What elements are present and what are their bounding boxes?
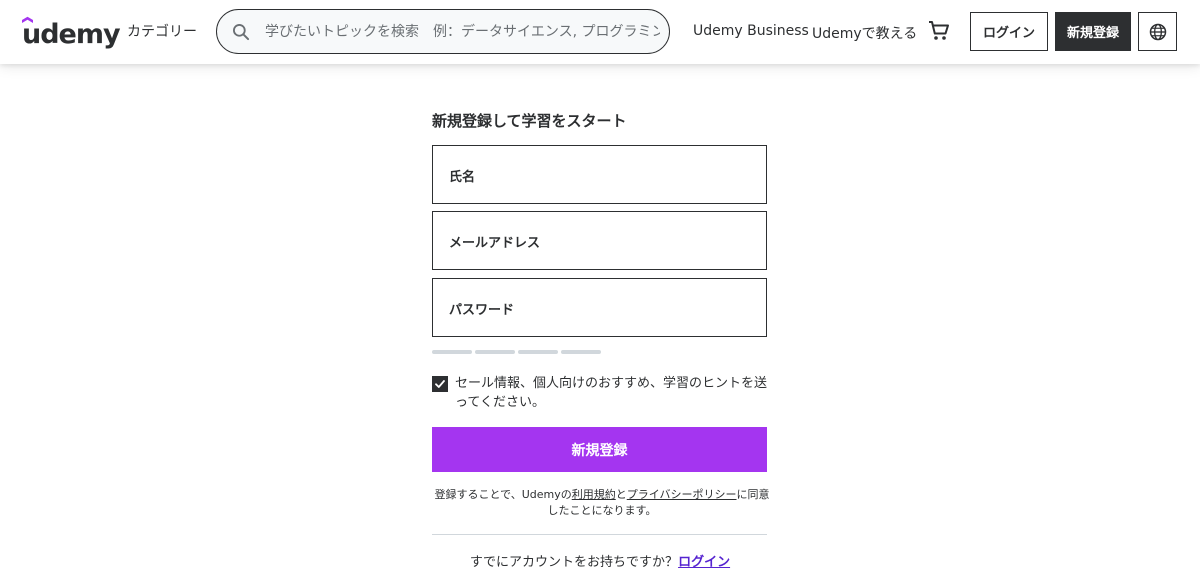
strength-segment (561, 350, 601, 354)
submit-signup-button[interactable]: 新規登録 (432, 427, 767, 472)
marketing-opt-in-label[interactable]: セール情報、個人向けのおすすめ、学習のヒントを送ってください。 (455, 374, 770, 412)
password-strength-meter (432, 350, 601, 354)
terms-notice: 登録することで、Udemyの利用規約とプライバシーポリシーに同意したことになりま… (432, 487, 772, 519)
udemy-business-link[interactable]: Udemy Business (693, 23, 809, 39)
password-field-label: パスワード (449, 303, 515, 318)
have-account-text: すでにアカウントをお持ちですか？ (469, 555, 679, 570)
divider (432, 534, 767, 535)
strength-segment (475, 350, 515, 354)
login-button[interactable]: ログイン (970, 12, 1048, 51)
marketing-opt-in-checkbox[interactable] (432, 376, 448, 392)
search-icon[interactable] (231, 22, 251, 42)
email-field-label: メールアドレス (449, 236, 541, 251)
name-field[interactable]: 氏名 (432, 145, 767, 204)
search-input[interactable] (265, 10, 660, 53)
form-title: 新規登録して学習をスタート (432, 112, 627, 130)
categories-menu[interactable]: カテゴリー (127, 21, 197, 41)
checkmark-icon (435, 380, 445, 388)
strength-segment (432, 350, 472, 354)
terms-prefix: 登録することで、Udemyの (434, 488, 572, 501)
top-navigation-bar: udemy カテゴリー Udemy Business Udemyで教える ログイ… (0, 0, 1200, 64)
globe-icon (1149, 23, 1166, 40)
have-account-prompt: すでにアカウントをお持ちですか？ログイン (0, 551, 1200, 570)
search-bar[interactable] (216, 9, 670, 54)
teach-on-udemy-link[interactable]: Udemyで教える (812, 23, 917, 43)
privacy-policy-link[interactable]: プライバシーポリシー (627, 488, 737, 501)
strength-segment (518, 350, 558, 354)
logo-cap-icon (22, 16, 33, 23)
password-field[interactable]: パスワード (432, 278, 767, 337)
terms-and: と (615, 488, 627, 501)
language-button[interactable] (1138, 12, 1177, 51)
terms-of-use-link[interactable]: 利用規約 (572, 488, 616, 501)
cart-icon[interactable] (927, 19, 951, 43)
name-field-label: 氏名 (449, 170, 476, 185)
signup-button[interactable]: 新規登録 (1055, 12, 1131, 51)
email-field[interactable]: メールアドレス (432, 211, 767, 270)
udemy-logo[interactable]: udemy (22, 14, 121, 50)
login-link[interactable]: ログイン (678, 555, 730, 570)
